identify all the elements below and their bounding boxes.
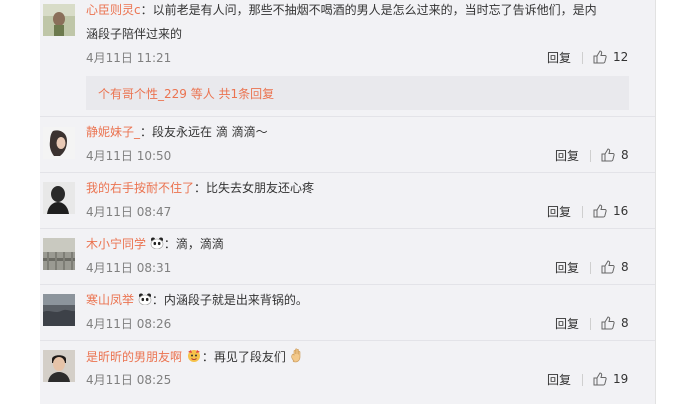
waving-hand-icon xyxy=(290,348,306,367)
divider xyxy=(40,340,655,341)
username[interactable]: 静妮妹子_ xyxy=(86,125,140,139)
comment-text: ：段友永远在 滴 滴滴～ xyxy=(140,125,268,139)
like-count: 8 xyxy=(621,260,629,274)
like-button[interactable]: 8 xyxy=(601,316,629,330)
comment-time: 4月11日 08:47 xyxy=(86,205,172,219)
user-avatar[interactable] xyxy=(43,294,75,326)
action-separator xyxy=(590,262,591,274)
comment-time: 4月11日 08:31 xyxy=(86,261,172,275)
username[interactable]: 我的右手按耐不住了 xyxy=(86,181,194,195)
thumbs-up-icon xyxy=(601,316,615,330)
reply-button[interactable]: 回复 xyxy=(547,51,571,65)
username[interactable]: 寒山凤举 xyxy=(86,293,134,307)
reply-button[interactable]: 回复 xyxy=(555,317,579,331)
reply-button[interactable]: 回复 xyxy=(547,373,571,387)
user-avatar[interactable] xyxy=(43,238,75,270)
divider xyxy=(40,228,655,229)
reply-button[interactable]: 回复 xyxy=(555,261,579,275)
panda-icon xyxy=(138,293,152,309)
user-avatar[interactable] xyxy=(43,127,75,159)
comment-time: 4月11日 08:26 xyxy=(86,317,172,331)
emoji-icon xyxy=(186,349,202,367)
action-separator xyxy=(582,374,583,386)
like-count: 8 xyxy=(621,316,629,330)
divider xyxy=(40,284,655,285)
thumbs-up-icon xyxy=(593,204,607,218)
thumbs-up-icon xyxy=(593,50,607,64)
divider xyxy=(40,116,655,117)
comment-text: ：比失去女朋友还心疼 xyxy=(194,181,315,195)
action-separator xyxy=(582,206,583,218)
comment-text: ：内涵段子就是出来背锅的。 xyxy=(151,293,308,307)
like-button[interactable]: 8 xyxy=(601,148,629,162)
like-count: 8 xyxy=(621,148,629,162)
comment-list: 心臣则灵c：以前老是有人问，那些不抽烟不喝酒的男人是怎么过来的，当时忘了告诉他们… xyxy=(40,0,655,404)
user-avatar[interactable] xyxy=(43,350,75,382)
comment-text: ：再见了段友们 xyxy=(201,350,286,364)
user-avatar[interactable] xyxy=(43,182,75,214)
thumbs-up-icon xyxy=(601,260,615,274)
reply-button[interactable]: 回复 xyxy=(555,149,579,163)
thumbs-up-icon xyxy=(593,372,607,386)
username[interactable]: 是昕昕的男朋友啊 xyxy=(86,350,182,364)
comment-time: 4月11日 08:25 xyxy=(86,373,172,387)
username[interactable]: 心臣则灵c xyxy=(86,3,141,17)
action-separator xyxy=(590,318,591,330)
comment-text: ：滴，滴滴 xyxy=(163,237,224,251)
like-button[interactable]: 8 xyxy=(601,260,629,274)
thumbs-up-icon xyxy=(601,148,615,162)
sub-replies-box[interactable]: 个有哥个性_229 等人 共1条回复 xyxy=(86,76,629,110)
action-separator xyxy=(590,150,591,162)
user-avatar[interactable] xyxy=(43,4,75,36)
like-count: 12 xyxy=(613,50,629,64)
like-button[interactable]: 12 xyxy=(593,50,628,64)
username[interactable]: 木小宁同学 xyxy=(86,237,146,251)
comment-text-continued: 涵段子陪伴过来的 xyxy=(86,27,183,41)
comment-text: ：以前老是有人问，那些不抽烟不喝酒的男人是怎么过来的，当时忘了告诉他们，是内 xyxy=(140,3,597,17)
panda-icon xyxy=(150,237,164,253)
sub-replies-link[interactable]: 个有哥个性_229 等人 共1条回复 xyxy=(98,85,274,102)
reply-button[interactable]: 回复 xyxy=(547,205,571,219)
action-separator xyxy=(582,52,583,64)
like-count: 16 xyxy=(613,204,629,218)
comment-time: 4月11日 11:21 xyxy=(86,51,172,65)
panel-border xyxy=(655,0,656,404)
divider xyxy=(40,172,655,173)
like-button[interactable]: 19 xyxy=(593,372,628,386)
comment-time: 4月11日 10:50 xyxy=(86,149,172,163)
like-button[interactable]: 16 xyxy=(593,204,628,218)
like-count: 19 xyxy=(613,372,629,386)
